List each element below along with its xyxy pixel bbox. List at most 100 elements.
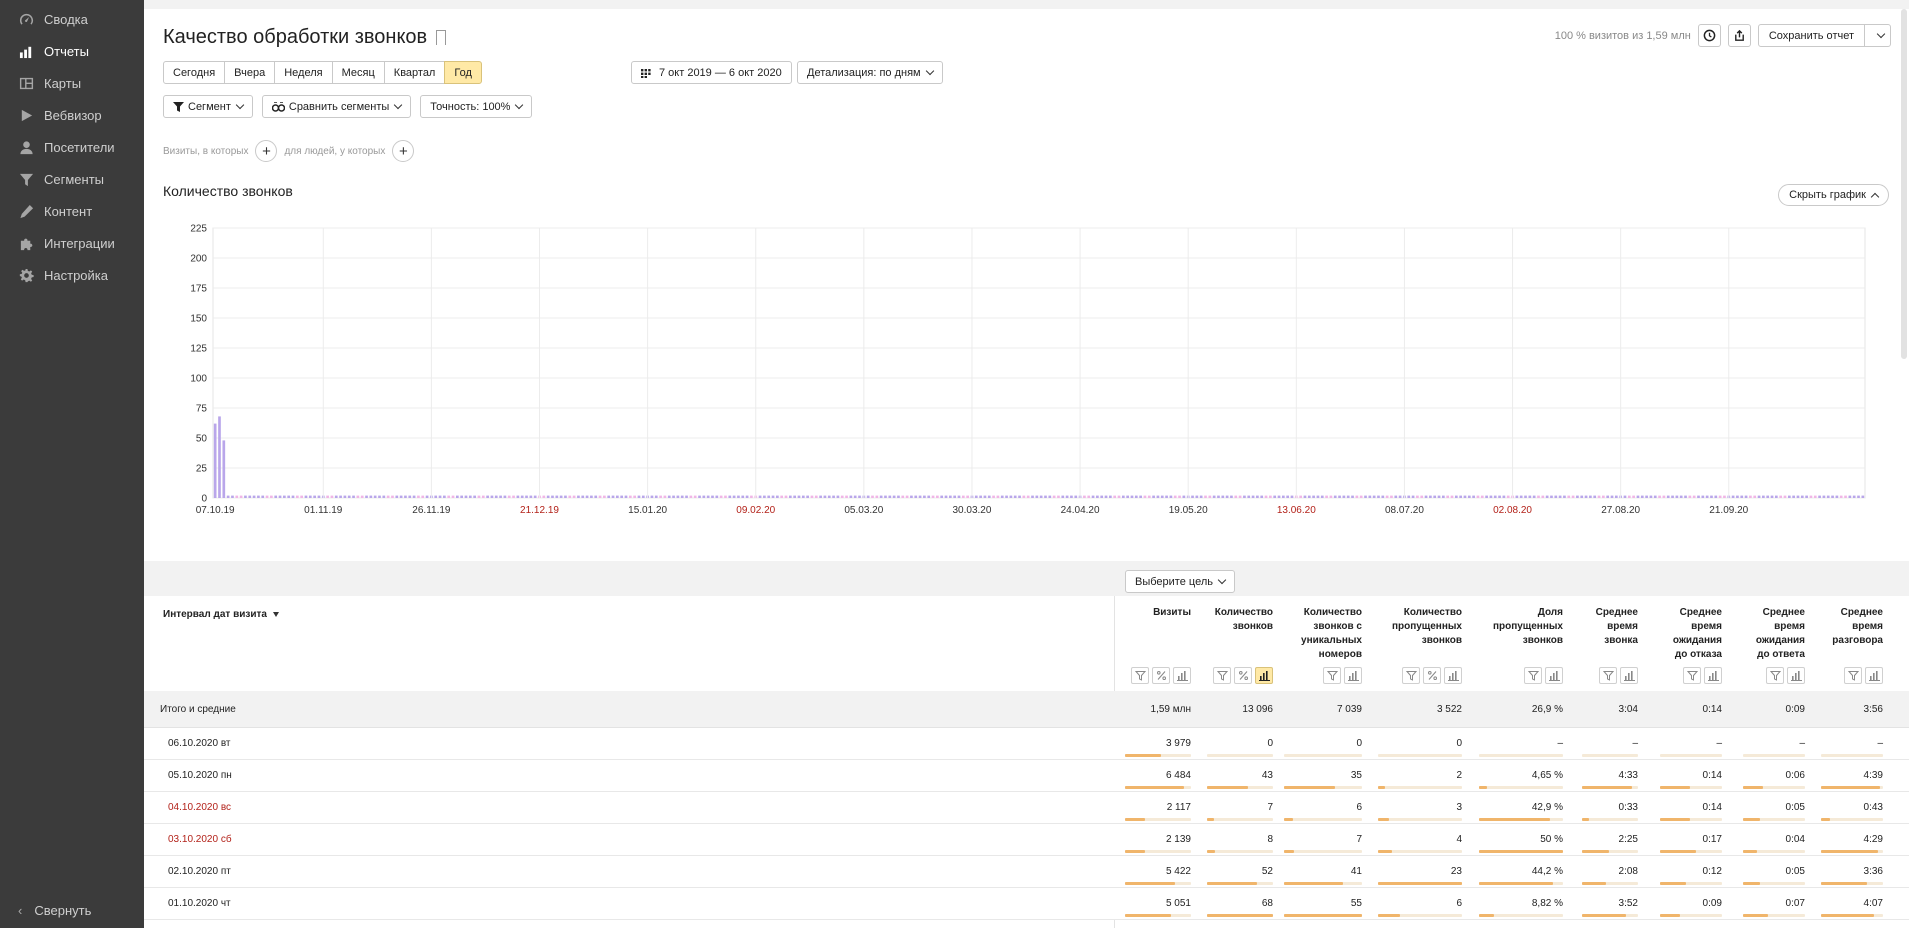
bar[interactable] [910,495,913,498]
bar[interactable] [1480,495,1484,498]
bar[interactable] [1762,495,1765,498]
bar[interactable] [369,495,373,498]
bar[interactable] [283,495,286,498]
bar[interactable] [698,495,701,498]
bar[interactable] [974,495,978,498]
column-tool-button[interactable] [1865,667,1883,684]
bar[interactable] [1839,495,1843,498]
bar[interactable] [814,495,818,498]
bar[interactable] [1731,495,1735,498]
bar[interactable] [520,495,524,498]
sidebar-item-8[interactable]: Настройка [0,259,144,291]
column-tool-button[interactable] [1234,667,1252,684]
column-header-2[interactable]: Количество звонков с уникальных номеров [1280,606,1362,662]
bar[interactable] [979,495,982,498]
bar[interactable] [866,495,870,498]
sidebar-item-3[interactable]: Вебвизор [0,99,144,131]
bar[interactable] [987,495,991,498]
bar[interactable] [1052,495,1056,498]
bar[interactable] [326,495,329,498]
sidebar-item-0[interactable]: Сводка [0,3,144,35]
bar[interactable] [1813,495,1817,498]
bar[interactable] [339,495,342,498]
bar[interactable] [654,495,658,498]
bar[interactable] [1018,495,1021,498]
bar[interactable] [1705,495,1709,498]
bar[interactable] [1688,495,1692,498]
bar[interactable] [1450,495,1454,498]
bar[interactable] [888,495,892,498]
bar[interactable] [343,495,347,498]
bar[interactable] [1065,495,1069,498]
bar[interactable] [1636,495,1640,498]
bar[interactable] [1796,495,1800,498]
bar[interactable] [468,495,472,498]
bar[interactable] [1835,495,1839,498]
bar[interactable] [1091,495,1095,498]
column-tool-button[interactable] [1423,667,1441,684]
add-people-condition-button[interactable]: + [392,140,415,162]
column-tool-button[interactable] [1766,667,1784,684]
bar[interactable] [1169,495,1173,498]
bar[interactable] [949,495,952,498]
period-button-2[interactable]: Неделя [274,61,333,84]
bar[interactable] [1044,495,1047,498]
bar[interactable] [819,495,822,498]
save-options-button[interactable] [1864,25,1890,46]
bar[interactable] [412,495,416,498]
bar[interactable] [810,495,814,498]
sidebar-item-4[interactable]: Посетители [0,131,144,163]
bar[interactable] [1390,495,1393,498]
bar[interactable] [1104,495,1108,498]
bar[interactable] [1675,495,1679,498]
bar[interactable] [788,495,792,498]
bar[interactable] [421,495,425,498]
bar[interactable] [1325,495,1328,498]
bar[interactable] [1710,495,1713,498]
bar[interactable] [425,495,429,498]
hide-chart-button[interactable]: Скрыть график [1778,184,1889,206]
bar[interactable] [1282,495,1285,498]
bar[interactable] [585,495,589,498]
bar[interactable] [611,495,615,498]
compare-segments-dropdown[interactable]: Сравнить сегменты [261,95,412,118]
bar[interactable] [226,495,230,498]
bar[interactable] [1277,495,1281,498]
bar[interactable] [572,495,576,498]
table-row[interactable]: 05.10.2020 пн 6 484 43 35 2 4,65 % 4:33 0:14 0:0… [144,760,1909,792]
bar[interactable] [1130,495,1134,498]
bar[interactable] [1576,495,1579,498]
bar[interactable] [1437,495,1441,498]
bar[interactable] [404,495,407,498]
column-tool-button[interactable] [1524,667,1542,684]
bar[interactable] [378,495,381,498]
bar[interactable] [1442,495,1445,498]
bar[interactable] [330,495,334,498]
bar[interactable] [235,495,239,498]
bar[interactable] [464,495,468,498]
bar[interactable] [1264,495,1268,498]
bar[interactable] [689,495,693,498]
bar[interactable] [1606,495,1610,498]
bar[interactable] [845,495,848,498]
column-header-5[interactable]: Среднее время звонка [1578,606,1638,648]
bar[interactable] [1610,495,1614,498]
bar[interactable] [408,495,412,498]
bar[interactable] [1502,495,1506,498]
bar[interactable] [918,495,922,498]
bar[interactable] [1658,495,1661,498]
table-row[interactable]: 04.10.2020 вс 2 117 7 6 3 42,9 % 0:33 0:14 0:05 0… [144,792,1909,824]
bar[interactable] [1805,495,1808,498]
column-tool-button[interactable] [1444,667,1462,684]
bar[interactable] [1372,495,1376,498]
column-tool-button[interactable] [1704,667,1722,684]
bar[interactable] [1645,495,1648,498]
bar[interactable] [499,495,502,498]
period-button-5[interactable]: Год [444,61,482,84]
bar[interactable] [823,495,827,498]
bar[interactable] [1113,495,1117,498]
bar[interactable] [940,495,944,498]
bar[interactable] [1602,495,1605,498]
bar[interactable] [512,495,515,498]
bar[interactable] [287,495,291,498]
